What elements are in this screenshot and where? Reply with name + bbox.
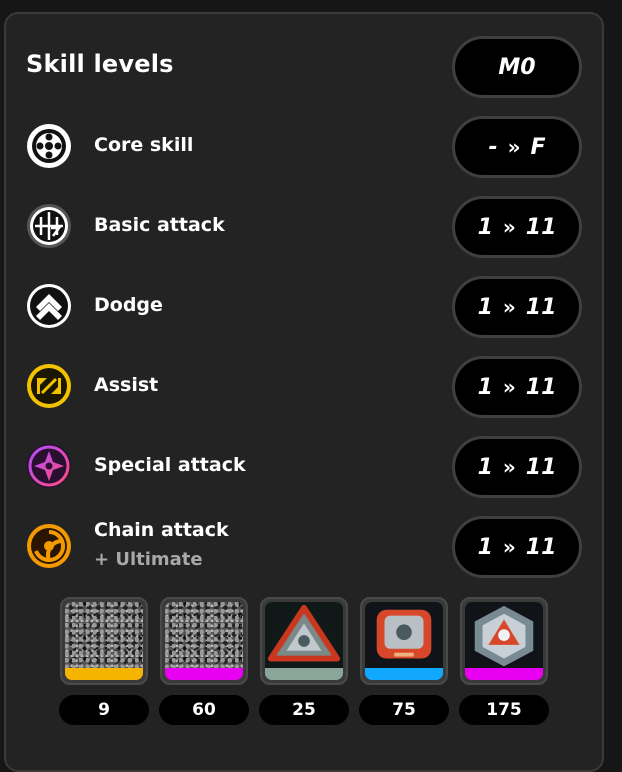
level-to: F — [530, 134, 546, 160]
material-slot-5[interactable] — [460, 597, 548, 685]
chain-attack-icon — [27, 524, 71, 568]
skill-label-chain: Chain attack — [94, 519, 229, 541]
rarity-bar — [465, 668, 543, 680]
rarity-bar — [365, 668, 443, 680]
skill-chip-hexagon-icon — [465, 602, 543, 671]
skill-level-assist[interactable]: 1 » 11 — [452, 356, 582, 418]
level-from: 1 — [477, 214, 493, 240]
skill-label-special: Special attack — [94, 454, 246, 476]
panel-title: Skill levels — [26, 50, 174, 78]
material-count-3: 25 — [259, 695, 349, 725]
skill-level-basic[interactable]: 1 » 11 — [452, 196, 582, 258]
level-arrow: » — [507, 135, 521, 159]
level-from: - — [488, 134, 498, 160]
skill-level-dodge[interactable]: 1 » 11 — [452, 276, 582, 338]
skill-sublabel-ultimate: + Ultimate — [94, 549, 203, 570]
mindscape-selector[interactable]: M0 — [452, 36, 582, 98]
skill-label-dodge: Dodge — [94, 294, 163, 316]
skill-label-basic: Basic attack — [94, 214, 225, 236]
skill-chip-triangle-icon — [265, 602, 343, 671]
assist-icon — [27, 364, 71, 408]
rarity-bar — [165, 668, 243, 680]
skill-label-core: Core skill — [94, 134, 194, 156]
material-slot-3[interactable] — [260, 597, 348, 685]
material-slot-1[interactable] — [60, 597, 148, 685]
level-to: 11 — [525, 374, 557, 400]
level-to: 11 — [525, 534, 557, 560]
rarity-bar — [65, 668, 143, 680]
skill-level-core[interactable]: - » F — [452, 116, 582, 178]
level-from: 1 — [477, 374, 493, 400]
mindscape-value: M0 — [498, 54, 536, 80]
material-count-1: 9 — [59, 695, 149, 725]
level-from: 1 — [477, 294, 493, 320]
level-arrow: » — [502, 455, 516, 479]
rarity-bar — [265, 668, 343, 680]
skill-level-special[interactable]: 1 » 11 — [452, 436, 582, 498]
dodge-icon — [27, 284, 71, 328]
skill-label-assist: Assist — [94, 374, 159, 396]
unknown-material-icon — [65, 602, 143, 669]
level-arrow: » — [502, 535, 516, 559]
material-slot-2[interactable] — [160, 597, 248, 685]
level-arrow: » — [502, 375, 516, 399]
material-slot-4[interactable] — [360, 597, 448, 685]
skill-chip-square-icon — [365, 602, 443, 671]
skill-level-chain[interactable]: 1 » 11 — [452, 516, 582, 578]
level-to: 11 — [525, 454, 557, 480]
material-count-5: 175 — [459, 695, 549, 725]
level-arrow: » — [502, 215, 516, 239]
level-from: 1 — [477, 454, 493, 480]
unknown-material-icon — [165, 602, 243, 669]
material-count-2: 60 — [159, 695, 249, 725]
basic-attack-icon — [27, 204, 71, 248]
special-attack-icon — [27, 444, 71, 488]
level-to: 11 — [525, 214, 557, 240]
level-from: 1 — [477, 534, 493, 560]
level-to: 11 — [525, 294, 557, 320]
material-count-4: 75 — [359, 695, 449, 725]
core-skill-icon — [27, 124, 71, 168]
level-arrow: » — [502, 295, 516, 319]
